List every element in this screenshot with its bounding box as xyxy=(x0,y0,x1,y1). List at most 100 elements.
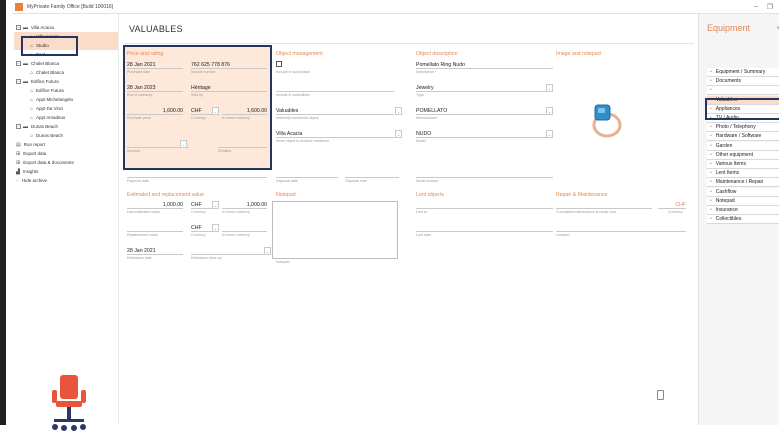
tree-item[interactable]: − ▬ Edifice Futura xyxy=(14,77,118,86)
location-field[interactable] xyxy=(556,224,686,232)
tree-item[interactable]: ⌂ Chalet Blanca xyxy=(14,68,118,77)
chevron-down-icon[interactable]: ⌄ xyxy=(212,201,219,209)
tree-item[interactable]: − ▬ Chalet Blanca xyxy=(14,59,118,68)
tree-item[interactable]: ⊞ Export data xyxy=(14,149,118,158)
tree-item[interactable]: ▤ Run report xyxy=(14,140,118,149)
export-icon: ⊞ xyxy=(16,159,21,166)
equipment-item-label: Collectibles xyxy=(715,216,742,223)
ring-image[interactable] xyxy=(585,99,627,141)
serial-number-field[interactable] xyxy=(416,170,553,178)
tree-item[interactable]: ⊞ Export data & documents xyxy=(14,158,118,167)
app-window: MyPrivate Family Office [Build 100016] –… xyxy=(0,0,779,431)
equipment-item[interactable]: • Collectibles xyxy=(707,215,779,225)
purchase-price-field[interactable]: 1,600.00 xyxy=(127,107,183,115)
tree-item[interactable]: ⌂ Appt Amadeus xyxy=(14,113,118,122)
type-select[interactable]: Jewelry xyxy=(416,84,546,92)
chevron-down-icon[interactable]: ⌄ xyxy=(546,130,553,138)
chevron-down-icon[interactable]: ⌄ xyxy=(546,84,553,92)
export-icon: ⊞ xyxy=(16,150,21,157)
home-currency-field[interactable]: 1,600.00 xyxy=(222,107,267,115)
detailed-field[interactable] xyxy=(218,140,267,148)
bullet-icon: • xyxy=(710,207,712,213)
estimation-by-select[interactable] xyxy=(191,247,264,255)
tree-item[interactable]: ⌂ Dunas Beach xyxy=(14,131,118,140)
currency-label: Currency xyxy=(191,116,206,120)
notepad-textarea[interactable] xyxy=(272,201,398,259)
equipment-item[interactable]: • Lent Items xyxy=(707,169,779,179)
equipment-item[interactable]: • Notepad xyxy=(707,196,779,206)
document-icon[interactable] xyxy=(657,390,664,400)
purchase-date-field[interactable]: 28 Jan 2021 xyxy=(127,61,183,69)
estimation-date-label: Estimation date xyxy=(127,256,152,260)
tree-item-label: Export data & documents xyxy=(23,160,74,165)
collapse-toggle[interactable]: − xyxy=(16,124,21,129)
equipment-item[interactable]: • Insurance xyxy=(707,206,779,215)
payment-date-label: Payment date xyxy=(127,179,150,183)
bullet-icon: • xyxy=(710,197,712,204)
equipment-item[interactable]: • Garden xyxy=(707,141,779,151)
tree-item[interactable]: ⌂ Appt Da Vinci xyxy=(14,104,118,113)
equipment-item-label: Insurance xyxy=(715,207,738,213)
succession-checkbox[interactable] xyxy=(276,61,282,67)
end-warranty-field[interactable]: 28 Jan 2023 xyxy=(127,84,183,92)
maintenance-currency-field[interactable]: CHF xyxy=(658,201,686,209)
bullet-icon: • xyxy=(710,161,712,167)
house-icon: ⌂ xyxy=(30,87,34,94)
replacement-value-field[interactable] xyxy=(127,224,183,232)
tree-item[interactable]: ⌂ Edifice Futura xyxy=(14,86,118,95)
household-object-select[interactable]: Valuables xyxy=(276,107,394,115)
restore-icon[interactable]: ❐ xyxy=(767,3,773,11)
collapse-toggle[interactable]: − xyxy=(16,25,21,30)
tree-item[interactable]: ⌂ Appt Michelangelo xyxy=(14,95,118,104)
tree-item[interactable]: ▟ Insights xyxy=(14,167,118,176)
tree-item[interactable]: − ▬ Dunas Beach xyxy=(14,122,118,131)
estimated-home-value-field[interactable]: 1,000.00 xyxy=(222,201,267,209)
chevron-down-icon[interactable]: ⌄ xyxy=(395,130,402,138)
estimated-currency-label: Currency xyxy=(191,210,206,214)
bullet-icon: • xyxy=(710,188,712,195)
equipment-item[interactable]: • Maintenance / Repair xyxy=(707,178,779,188)
disposal-note-field[interactable] xyxy=(345,170,399,178)
equipment-item[interactable]: • Photo / Telephony xyxy=(707,123,779,133)
model-select[interactable]: NUDO xyxy=(416,130,546,138)
maintenance-cost-field[interactable] xyxy=(556,201,652,209)
replacement-home-field[interactable] xyxy=(222,224,267,232)
equipment-item[interactable]: • Documents xyxy=(707,77,779,87)
collapse-toggle[interactable]: − xyxy=(16,61,21,66)
description-field[interactable]: Pomellato Ring Nudo xyxy=(416,61,553,69)
chevron-down-icon[interactable]: ⌄ xyxy=(180,140,187,148)
invoice-number-field[interactable]: 762 625 778 876 xyxy=(191,61,267,69)
equipment-item[interactable]: • xyxy=(707,86,779,96)
tree-item[interactable]: − ▬ Villa Acacia xyxy=(14,23,118,32)
disposal-date-field[interactable] xyxy=(276,170,338,178)
estimation-date-field[interactable]: 28 Jan 2021 xyxy=(127,247,183,255)
bullet-icon: • xyxy=(710,170,712,177)
equipment-item[interactable]: • Various Items xyxy=(707,160,779,169)
equipment-item[interactable]: • Hardware / Software xyxy=(707,132,779,142)
tree-item-label: Chalet Blanca xyxy=(31,61,60,66)
manufacturer-select[interactable]: POMELLATO xyxy=(416,107,546,115)
residence-select[interactable]: Villa Acacia xyxy=(276,130,394,138)
chevron-down-icon[interactable]: ⌄ xyxy=(212,224,219,232)
equipment-item[interactable]: • Equipment / Summary xyxy=(707,68,779,77)
chevron-down-icon[interactable]: ⌄ xyxy=(546,107,553,115)
chevron-down-icon[interactable]: ⌄ xyxy=(264,247,271,255)
notepad-heading: Notepad xyxy=(276,192,296,198)
lent-to-field[interactable] xyxy=(416,201,553,209)
collapse-toggle[interactable]: − xyxy=(16,79,21,84)
payment-date-field[interactable] xyxy=(127,170,267,178)
equipment-item[interactable]: • Other equipment xyxy=(707,150,779,160)
collectibles-field[interactable] xyxy=(276,84,394,92)
property-tree: − ▬ Villa Acacia ⌂ Villa Acacia ⌂ Studio ⌂ Pool −… xyxy=(12,14,119,431)
lent-date-field[interactable] xyxy=(416,224,553,232)
last-estimated-value-field[interactable]: 1,000.00 xyxy=(127,201,183,209)
equipment-item-label: Hardware / Software xyxy=(715,133,762,140)
folder-icon: ▬ xyxy=(23,123,28,130)
chevron-down-icon[interactable]: ⌄ xyxy=(212,107,219,115)
equipment-item[interactable]: • Cashflow xyxy=(707,187,779,197)
chevron-down-icon[interactable]: ⌄ xyxy=(395,107,402,115)
tree-item[interactable]: ◌ Hide archive xyxy=(14,176,118,185)
minimize-icon[interactable]: – xyxy=(754,3,758,11)
sold-by-field[interactable]: Héritage xyxy=(191,84,267,92)
equipment-item-label: Lent Items xyxy=(715,170,740,177)
